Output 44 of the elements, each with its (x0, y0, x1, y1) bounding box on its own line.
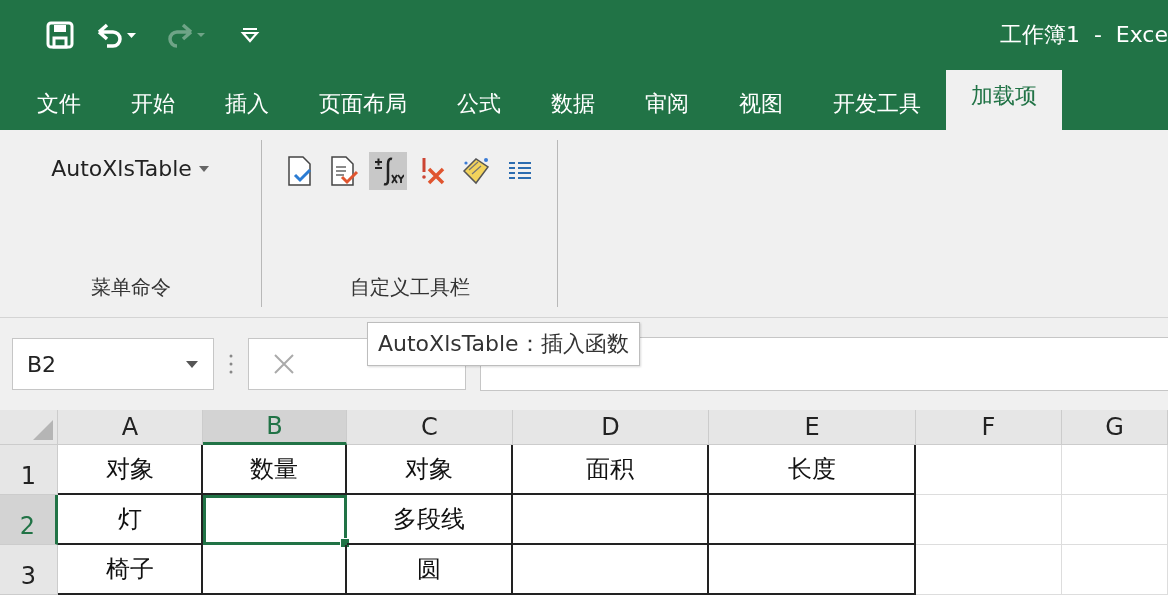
row-header[interactable]: 1 (0, 445, 58, 495)
ribbon-tab[interactable]: 视图 (714, 78, 808, 130)
column-header[interactable]: A (58, 410, 203, 445)
table-cell: 对象 (347, 445, 513, 495)
ribbon-tab[interactable]: 公式 (432, 78, 526, 130)
ribbon-tab[interactable]: 开发工具 (808, 78, 946, 130)
window-title: 工作簿1 - Exce (999, 21, 1168, 49)
row-header[interactable]: 2 (0, 495, 58, 545)
table-cell: 多段线 (347, 495, 513, 545)
fill-handle[interactable] (340, 538, 350, 548)
column-header[interactable]: C (347, 410, 513, 445)
group-label: 自定义工具栏 (349, 274, 470, 301)
save-icon (45, 20, 75, 50)
ribbon-tab[interactable]: 数据 (526, 78, 620, 130)
select-all-icon (33, 420, 53, 440)
column-header[interactable]: E (709, 410, 916, 445)
table-cell: 长度 (709, 445, 916, 495)
table-cell: 对象 (58, 445, 203, 495)
ribbon-tab[interactable]: 页面布局 (294, 78, 432, 130)
column-header[interactable]: G (1062, 410, 1168, 445)
ribbon-tab[interactable]: 审阅 (620, 78, 714, 130)
table-cell: 椅子 (58, 545, 203, 595)
ribbon-tab[interactable]: 加载项 (946, 70, 1062, 130)
customize-icon (240, 25, 260, 45)
cancel-icon (273, 353, 295, 375)
ribbon-tab[interactable]: 插入 (200, 78, 294, 130)
group-label: 菜单命令 (90, 274, 171, 301)
row-header[interactable]: 3 (0, 545, 58, 595)
table-cell: 面积 (513, 445, 709, 495)
column-header[interactable]: B (203, 410, 347, 445)
caret-icon (185, 359, 199, 369)
caret-icon (197, 164, 210, 173)
drag-handle-icon (228, 352, 234, 376)
table-cell: 数量 (203, 445, 347, 495)
table-cell: 灯 (58, 495, 203, 545)
menu-dropdown[interactable]: AutoXlsTable (51, 156, 210, 181)
column-header[interactable]: D (513, 410, 709, 445)
ribbon-tab[interactable]: 文件 (12, 78, 106, 130)
name-box[interactable]: B2 (12, 338, 214, 390)
column-header[interactable]: F (916, 410, 1062, 445)
tooltip: AutoXlsTable：插入函数 (367, 322, 640, 366)
toolbar-button[interactable] (368, 152, 407, 190)
ribbon-tab[interactable]: 开始 (106, 78, 200, 130)
table-cell: 圆 (347, 545, 513, 595)
